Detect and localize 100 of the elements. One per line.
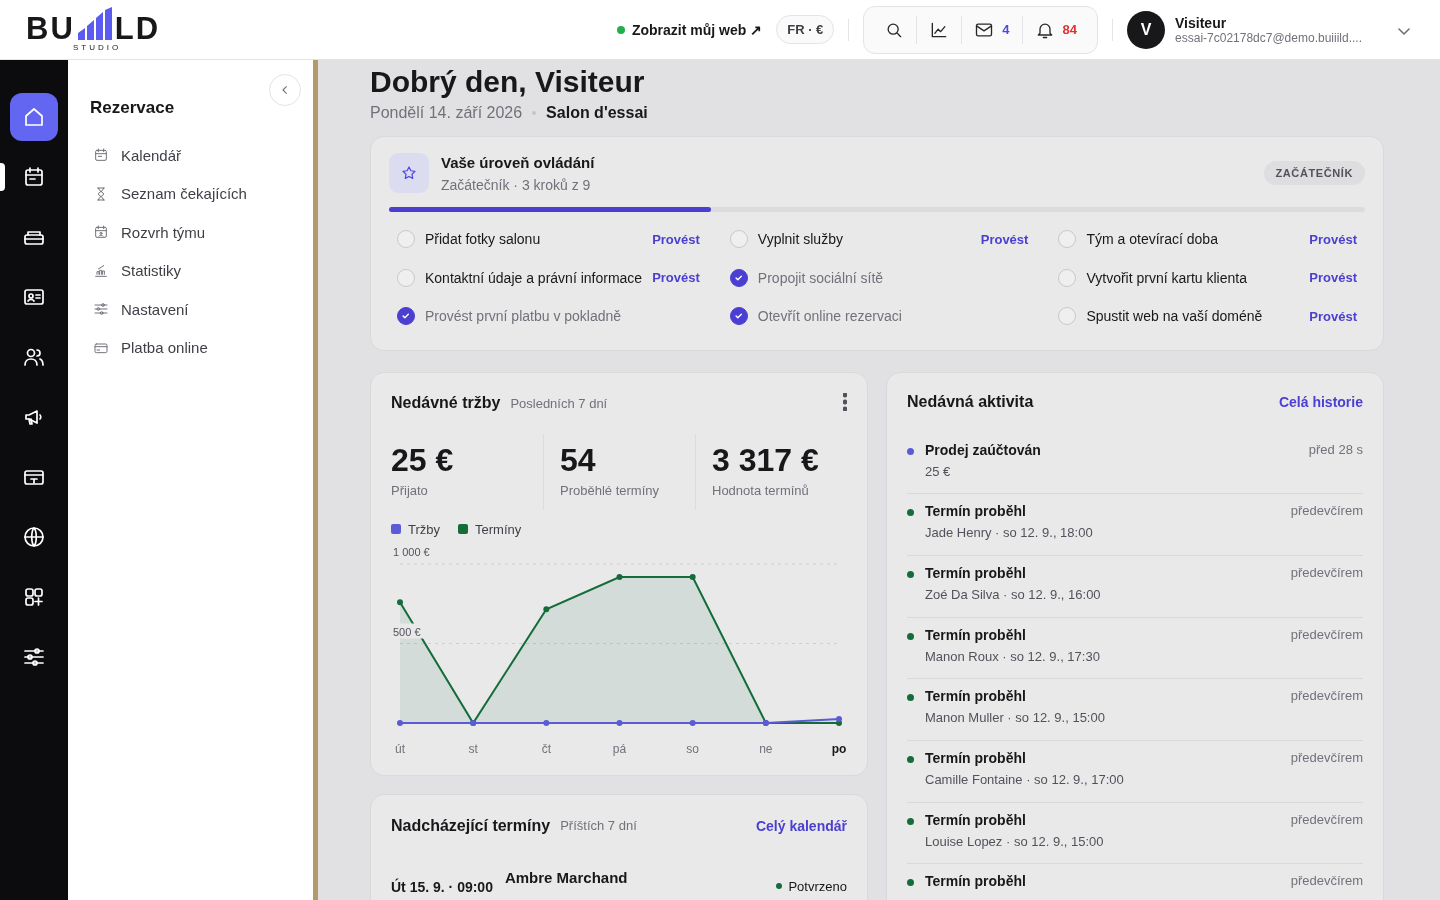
more-button[interactable] [843, 392, 847, 414]
card-period: Příštích 7 dní [560, 818, 637, 833]
notifications-button[interactable]: 84 [1021, 15, 1090, 44]
axis-label: út [395, 741, 405, 756]
task-label: Spustit web na vaší doméně [1086, 308, 1264, 325]
activity-time: předevčírem [1290, 811, 1363, 829]
data-point [616, 573, 623, 580]
more-icon [843, 392, 847, 411]
axis-label: čt [541, 741, 551, 756]
view-site-link[interactable]: Zobrazit můj web ↗ [616, 21, 763, 38]
sidebar-item[interactable]: Nastavení [90, 290, 293, 329]
task-label: Přidat fotky salonu [425, 231, 542, 248]
card-title: Nedávné tržby [391, 394, 501, 412]
appointment-time: Út 15. 9. · 09:00 [391, 878, 493, 895]
stat-value: 25 € [391, 441, 455, 479]
message-count: 4 [1002, 22, 1010, 37]
task-label: Vytvořit první kartu klienta [1086, 269, 1248, 286]
activity-detail: Camille Fontaine · so 12. 9., 17:00 [925, 771, 1125, 787]
chevron-down-icon [1398, 27, 1410, 35]
task-label: Provést první platbu v pokladně [425, 308, 623, 325]
checkbox[interactable] [397, 307, 415, 326]
checkbox[interactable] [729, 307, 748, 326]
notification-count: 84 [1062, 22, 1078, 37]
activity-time: předevčírem [1290, 688, 1363, 706]
history-link[interactable]: Celá historie [1278, 393, 1363, 410]
data-point [616, 719, 623, 726]
activity-detail: Jade Henry · so 12. 9., 18:00 [925, 525, 1094, 541]
activity-detail: Manon Muller · so 12. 9., 15:00 [925, 710, 1106, 726]
task-label: Tým a otevírací doba [1086, 231, 1219, 248]
card-period: Posledních 7 dní [510, 395, 608, 411]
axis-label: ne [759, 741, 773, 756]
bar-chart-icon [93, 262, 109, 279]
client-name: Ambre Marchand [504, 868, 628, 886]
activity-title: Termín proběhl [925, 564, 1027, 581]
user-email: essai-7c02178dc7@demo.buiiild.... [1175, 30, 1362, 45]
level-badge: ZAČÁTEČNÍK [1263, 161, 1365, 185]
action-link[interactable]: Provést [1309, 270, 1357, 286]
user-name: Visiteur [1175, 14, 1228, 31]
stat-label: Přijato [391, 482, 429, 498]
card-title: Nedávná aktivita [907, 392, 1034, 411]
stat-label: Proběhlé termíny [560, 482, 660, 498]
activity-detail: Manon Roux · so 12. 9., 17:30 [925, 648, 1101, 664]
sidebar-item[interactable]: Kalendář [90, 136, 293, 175]
task-label: Kontaktní údaje a právní informace [425, 269, 643, 286]
calendar-icon [93, 147, 109, 164]
activity-time: předevčírem [1290, 626, 1363, 644]
axis-label: 1 000 € [393, 545, 430, 558]
activity-title: Termín proběhl [925, 873, 1027, 890]
logo-tagline: STUDIO [72, 42, 122, 53]
task-label: Vyplnit služby [757, 231, 844, 248]
activity-time: předevčírem [1290, 564, 1363, 582]
sliders-icon [22, 645, 46, 669]
action-link[interactable]: Provést [652, 231, 700, 247]
legend-item: Tržby [391, 521, 441, 537]
avatar[interactable]: V [1127, 10, 1166, 49]
activity-title: Termín proběhl [925, 749, 1027, 766]
locale-button[interactable]: FR · € [776, 15, 835, 44]
sidebar-item[interactable]: Statistiky [90, 251, 293, 290]
sidebar-item[interactable]: Rozvrh týmu [90, 213, 293, 252]
stat-value: 3 317 € [712, 441, 820, 479]
stat-label: Hodnota termínů [712, 482, 810, 498]
action-link[interactable]: Provést [1309, 308, 1357, 324]
date-text: Pondělí 14. září 2026 [370, 104, 523, 122]
card-title: Nadcházející termíny [391, 816, 551, 835]
sidebar-item[interactable]: Platba online [90, 328, 293, 367]
sidebar-item[interactable]: Seznam čekajících [90, 174, 293, 213]
card-title: Vaše úroveň ovládání [441, 153, 595, 171]
activity-detail: 25 € [925, 463, 952, 479]
data-point [689, 573, 696, 580]
stat-value: 54 [560, 441, 597, 479]
checkbox[interactable] [729, 268, 748, 287]
activity-time: předevčírem [1290, 873, 1363, 891]
activity-title: Termín proběhl [925, 626, 1027, 643]
activity-time: předevčírem [1290, 503, 1363, 521]
home-icon [22, 105, 46, 129]
action-link[interactable]: Provést [1309, 231, 1357, 247]
page-title: Dobrý den, Visiteur [370, 64, 646, 100]
logo-text: BU [26, 14, 75, 43]
messages-button[interactable]: 4 [961, 15, 1022, 44]
action-link[interactable]: Provést [980, 231, 1029, 247]
logo-bars-icon [76, 6, 113, 43]
activity-title: Termín proběhl [925, 811, 1027, 828]
data-point [689, 719, 696, 726]
axis-label: st [468, 741, 478, 756]
globe-icon [22, 525, 46, 549]
sliders-icon [93, 301, 109, 318]
calendar-link[interactable]: Celý kalendář [755, 817, 847, 834]
sidebar-title: Rezervace [90, 98, 176, 118]
task-label: Propojit sociální sítě [757, 269, 885, 286]
activity-time: před 28 s [1308, 441, 1363, 459]
data-point [543, 605, 550, 612]
action-link[interactable]: Provést [652, 270, 700, 286]
axis-label: so [686, 741, 699, 756]
card-subtitle: Začátečník · 3 kroků z 9 [441, 176, 592, 193]
activity-title: Termín proběhl [925, 688, 1027, 705]
logo-text: LD [114, 14, 161, 43]
star-icon [400, 164, 418, 182]
activity-time: předevčírem [1290, 749, 1363, 767]
salon-name: Salon d'essai [546, 104, 648, 122]
axis-label: po [831, 741, 847, 756]
